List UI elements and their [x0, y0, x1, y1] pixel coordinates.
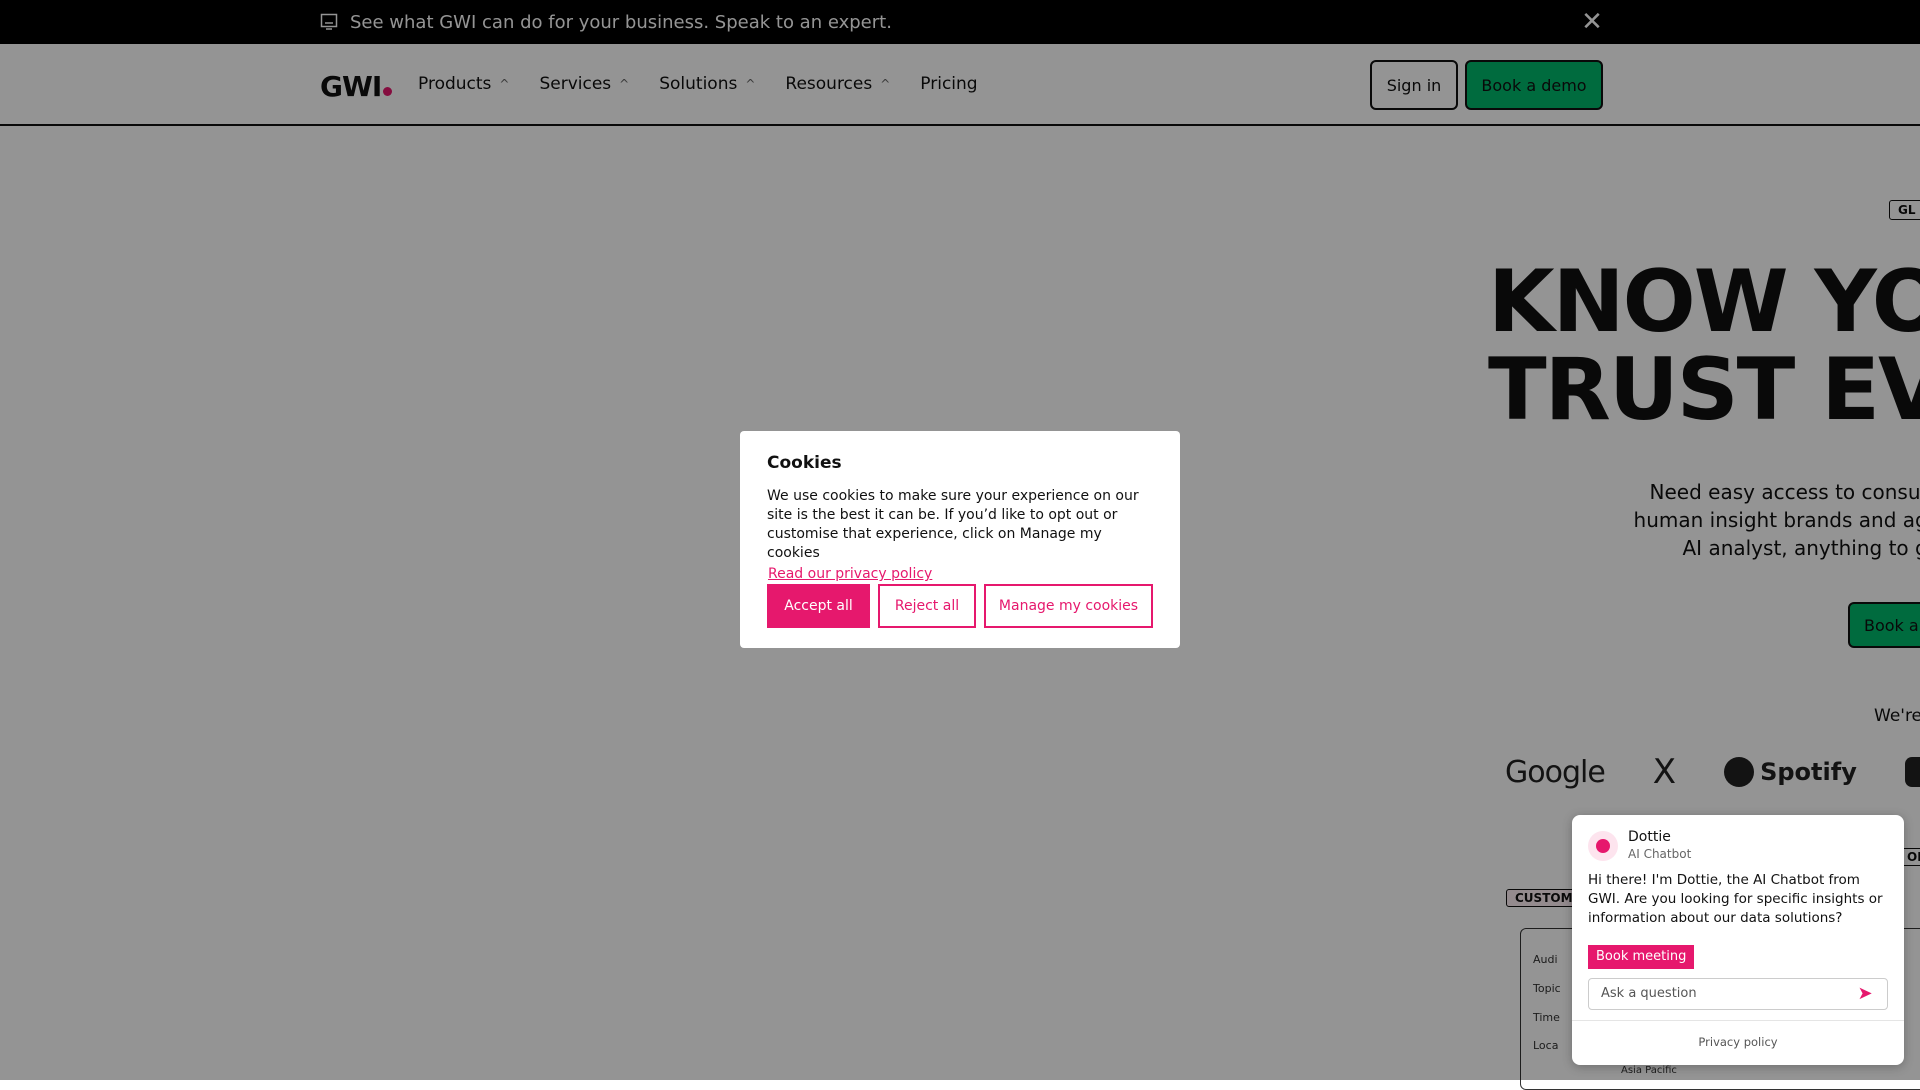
privacy-policy-link[interactable]: Read our privacy policy [768, 566, 932, 582]
chat-divider [1572, 1020, 1904, 1021]
chatbot-avatar [1588, 831, 1618, 861]
accept-all-button[interactable]: Accept all [767, 584, 870, 628]
send-icon[interactable]: ➤ [1854, 983, 1876, 1005]
chatbot-name: Dottie [1628, 829, 1671, 845]
manage-cookies-button[interactable]: Manage my cookies [984, 584, 1153, 628]
chatbot-role: AI Chatbot [1628, 847, 1692, 861]
chat-widget: Dottie AI Chatbot Hi there! I'm Dottie, … [1572, 815, 1904, 1065]
chatbot-message: Hi there! I'm Dottie, the AI Chatbot fro… [1588, 872, 1883, 926]
reject-all-button[interactable]: Reject all [878, 584, 976, 628]
cookie-title: Cookies [767, 453, 842, 473]
chat-input[interactable]: Ask a question [1588, 978, 1888, 1010]
cookie-body: We use cookies to make sure your experie… [767, 488, 1139, 561]
book-meeting-button[interactable]: Book meeting [1588, 945, 1695, 969]
cookie-dialog: Cookies We use cookies to make sure your… [740, 431, 1180, 648]
cookie-buttons: Accept all Reject all Manage my cookies [767, 584, 1153, 628]
chat-privacy-link[interactable]: Privacy policy [1572, 1035, 1904, 1049]
